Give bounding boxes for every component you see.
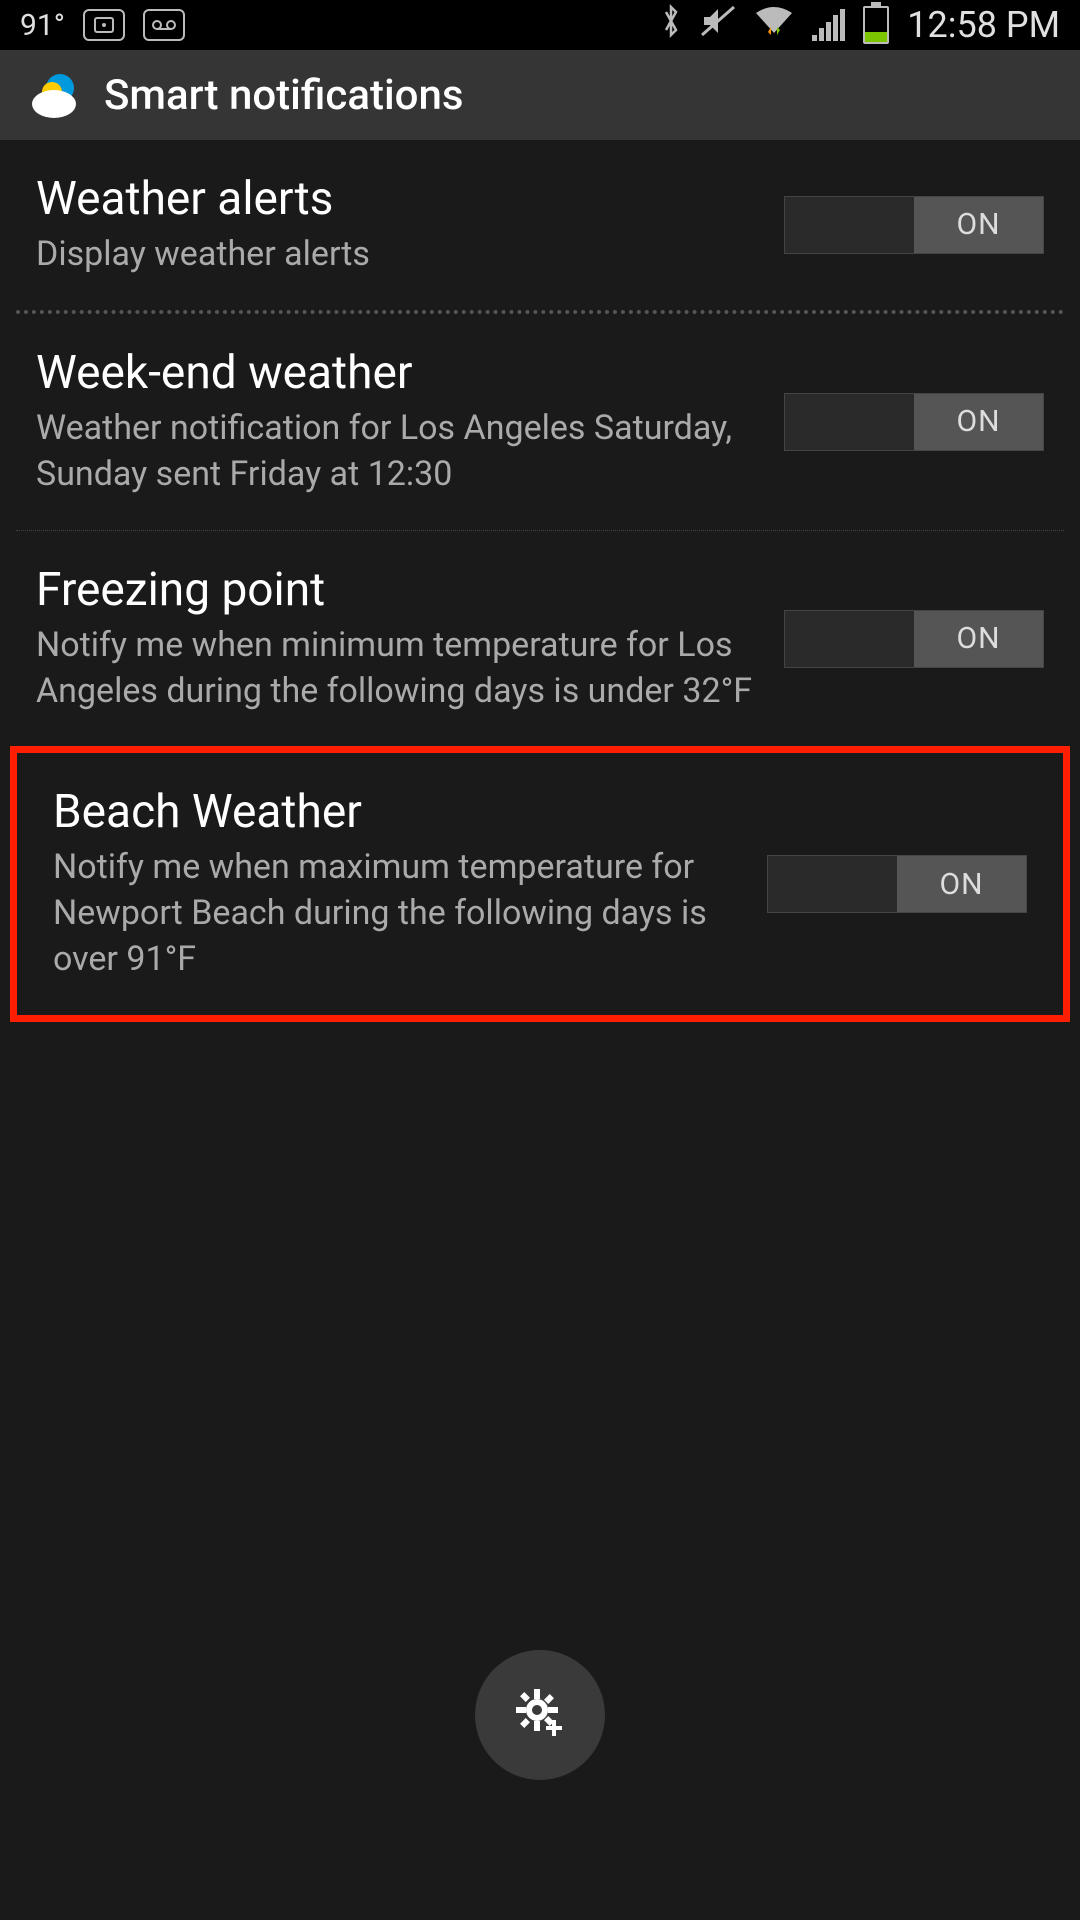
highlighted-setting: Beach Weather Notify me when maximum tem… [10, 746, 1070, 1022]
toggle-weather-alerts[interactable]: ON [784, 196, 1044, 254]
page-title: Smart notifications [104, 71, 463, 120]
setting-title: Freezing point [36, 563, 764, 617]
toggle-weekend-weather[interactable]: ON [784, 393, 1044, 451]
setting-title: Beach Weather [53, 785, 747, 839]
status-time: 12:58 PM [907, 4, 1060, 46]
setting-title: Week-end weather [36, 346, 764, 400]
setting-desc: Notify me when minimum temperature for L… [36, 623, 764, 715]
cast-icon [83, 9, 125, 41]
signal-icon [812, 9, 845, 41]
app-header: Smart notifications [0, 50, 1080, 140]
toggle-label: ON [914, 611, 1043, 667]
setting-title: Weather alerts [36, 172, 764, 226]
battery-icon [863, 6, 889, 44]
toggle-freezing-point[interactable]: ON [784, 610, 1044, 668]
setting-weekend-weather[interactable]: Week-end weather Weather notification fo… [0, 314, 1080, 530]
mute-icon [700, 5, 736, 45]
setting-desc: Display weather alerts [36, 232, 764, 278]
status-temp: 91° [20, 8, 65, 43]
setting-desc: Weather notification for Los Angeles Sat… [36, 406, 764, 498]
setting-beach-weather[interactable]: Beach Weather Notify me when maximum tem… [17, 753, 1063, 1015]
setting-freezing-point[interactable]: Freezing point Notify me when minimum te… [0, 531, 1080, 747]
bluetooth-icon [660, 3, 682, 47]
add-settings-button[interactable] [475, 1650, 605, 1780]
settings-list: Weather alerts Display weather alerts ON… [0, 140, 1080, 1022]
toggle-label: ON [897, 856, 1026, 912]
toggle-beach-weather[interactable]: ON [767, 855, 1027, 913]
wifi-icon [754, 5, 794, 45]
status-bar: 91° 12:58 PM [0, 0, 1080, 50]
setting-desc: Notify me when maximum temperature for N… [53, 845, 747, 983]
gear-plus-icon [510, 1683, 570, 1747]
toggle-label: ON [914, 197, 1043, 253]
weather-app-icon [28, 68, 82, 122]
toggle-label: ON [914, 394, 1043, 450]
voicemail-icon [143, 9, 185, 41]
setting-weather-alerts[interactable]: Weather alerts Display weather alerts ON [0, 140, 1080, 310]
